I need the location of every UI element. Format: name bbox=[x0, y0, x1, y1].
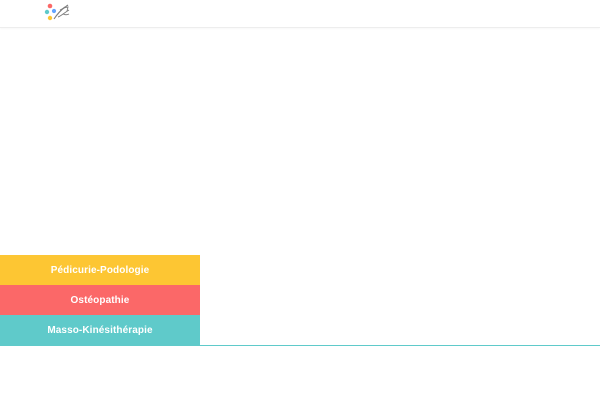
section-divider bbox=[0, 345, 600, 346]
service-item-masso-kinesitherapie[interactable]: Masso-Kinésithérapie bbox=[0, 315, 200, 345]
service-item-pedicurie-podologie[interactable]: Pédicurie-Podologie bbox=[0, 255, 200, 285]
multicolor-dots-logo-icon[interactable] bbox=[44, 2, 74, 25]
service-item-osteopathie[interactable]: Ostéopathie bbox=[0, 285, 200, 315]
service-list: Pédicurie-Podologie Ostéopathie Masso-Ki… bbox=[0, 255, 200, 345]
header bbox=[0, 0, 600, 28]
page: Pédicurie-Podologie Ostéopathie Masso-Ki… bbox=[0, 0, 600, 400]
